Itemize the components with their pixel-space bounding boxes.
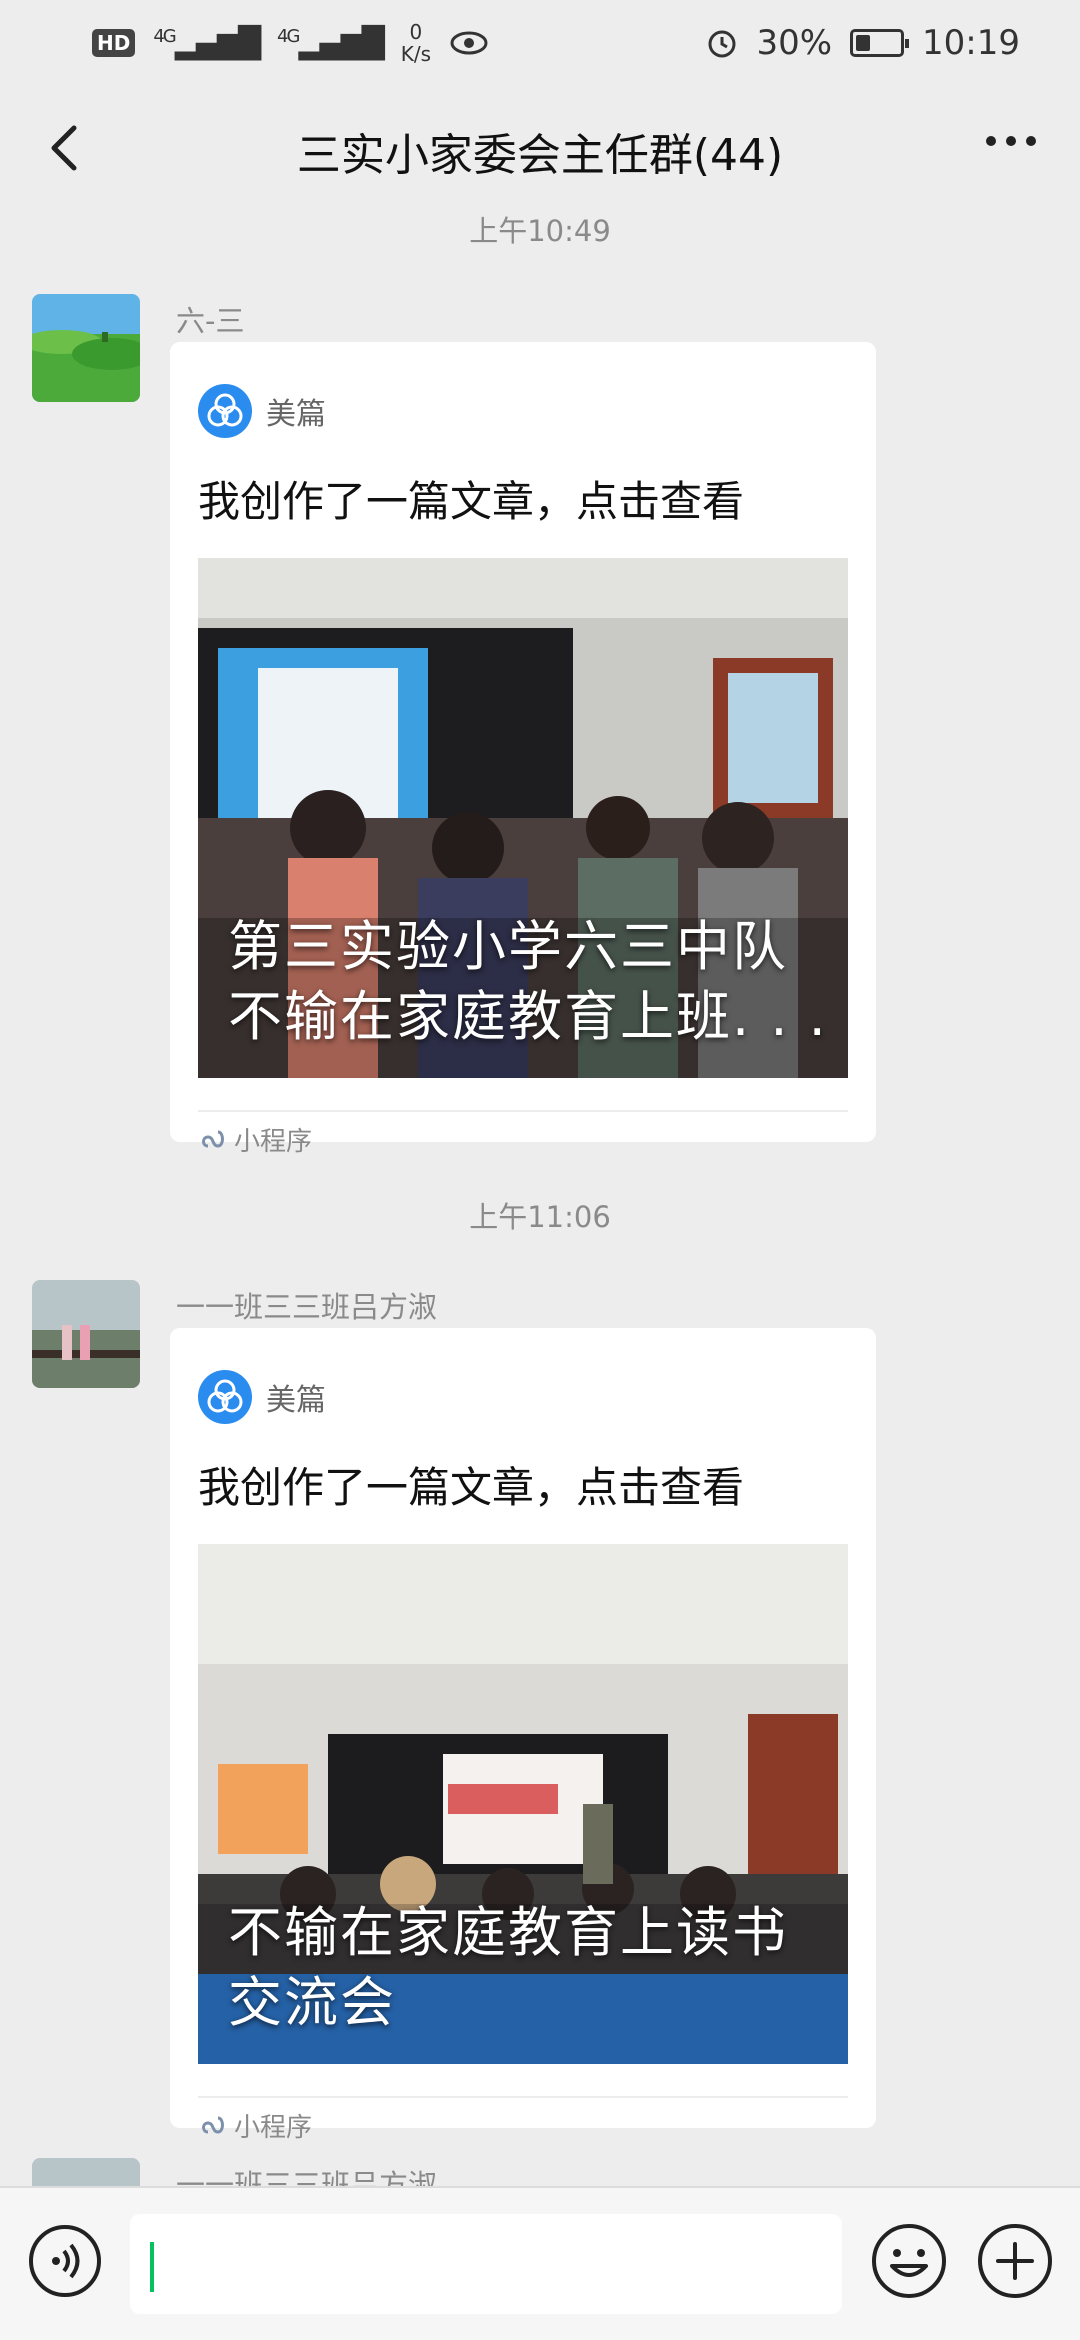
avatar[interactable] [32,2158,140,2186]
caption-line-2: 不输在家庭教育上班. . . [228,985,828,1048]
input-bar [0,2186,1080,2340]
card-footer-label: 小程序 [234,2112,313,2143]
sender-name: 一一班三三班吕方淑 [176,2168,438,2186]
voice-icon[interactable] [28,2224,102,2298]
back-icon[interactable] [36,118,96,178]
card-title: 我创作了一篇文章，点击查看 [198,1463,745,1512]
message-item: 一一班三三班吕方淑 美篇 我创作了一篇文章，点击查看 不输在家庭教育上读书 交流… [32,1280,1052,2160]
hd-badge: HD [92,29,136,57]
sender-name: 一一班三三班吕方淑 [176,1290,438,1324]
sim1-label: 4G [153,25,176,47]
thumbnail-caption: 第三实验小学六三中队 不输在家庭教育上班. . . [228,912,832,1052]
avatar[interactable] [32,1280,140,1388]
message-item: 一一班三三班吕方淑 [32,2158,1052,2186]
card-footer-label: 小程序 [234,1126,313,1157]
page-title: 三实小家委会主任群(44) [296,130,784,181]
card-title: 我创作了一篇文章，点击查看 [198,477,745,526]
status-right: 30% 10:19 [706,23,1020,63]
card-footer: 小程序 [198,2096,848,2152]
card-source: 美篇 [266,397,326,432]
battery-fill [856,35,871,51]
more-icon[interactable] [986,136,1036,146]
meipian-logo-icon [198,1370,252,1424]
message-item: 六-三 美篇 我创作了一篇文章，点击查看 第三实验小学六三中队 不输在家庭教育上… [32,294,1052,1174]
card-source: 美篇 [266,1383,326,1418]
alarm-icon [708,30,736,58]
sim2-label: 4G [277,25,300,47]
card-thumbnail[interactable]: 不输在家庭教育上读书 交流会 [198,1544,848,2064]
battery-percent: 30% [756,23,833,63]
chat-list[interactable]: 上午10:49 六-三 美篇 我创作了一篇文章，点击查看 第三实验小学六三中队 … [0,216,1080,2186]
mini-program-card[interactable]: 美篇 我创作了一篇文章，点击查看 [170,1328,876,2143]
card-footer: 小程序 [198,1110,848,1166]
thumbnail-caption: 不输在家庭教育上读书 交流会 [228,1898,832,2038]
caption-line-1: 不输在家庭教育上读书 [228,1901,788,1964]
card-thumbnail[interactable]: 第三实验小学六三中队 不输在家庭教育上班. . . [198,558,848,1078]
message-input[interactable] [130,2214,842,2314]
status-left: HD 4G▂▄▆█ 4G▂▄▆█ 0 K/s [92,21,489,65]
clock: 10:19 [922,23,1020,63]
speed-value: 0 [409,20,423,44]
meipian-logo-icon [198,384,252,438]
status-bar: HD 4G▂▄▆█ 4G▂▄▆█ 0 K/s 30% 10:19 [0,0,1080,86]
network-speed: 0 K/s [401,21,431,65]
mini-program-icon [202,1130,224,1148]
chat-header: 三实小家委会主任群(44) [0,86,1080,216]
signal-icon-2: 4G▂▄▆█ [277,25,385,61]
caption-line-1: 第三实验小学六三中队 [228,915,788,978]
caption-line-2: 交流会 [228,1971,396,2034]
timestamp: 上午10:49 [469,216,611,248]
eye-icon [450,31,488,55]
mini-program-icon [202,2116,224,2134]
sender-name: 六-三 [176,304,245,338]
timestamp: 上午11:06 [469,1200,611,1234]
speed-unit: K/s [400,42,432,66]
avatar[interactable] [32,294,140,402]
mini-program-card[interactable]: 美篇 我创作了一篇文章，点击查看 [170,342,876,1157]
signal-icon: 4G▂▄▆█ [153,25,261,61]
card-header: 美篇 [198,342,848,452]
plus-icon[interactable] [976,2222,1054,2300]
emoji-icon[interactable] [870,2222,948,2300]
battery-icon [850,29,910,57]
card-header: 美篇 [198,1328,848,1438]
text-caret [150,2242,154,2292]
